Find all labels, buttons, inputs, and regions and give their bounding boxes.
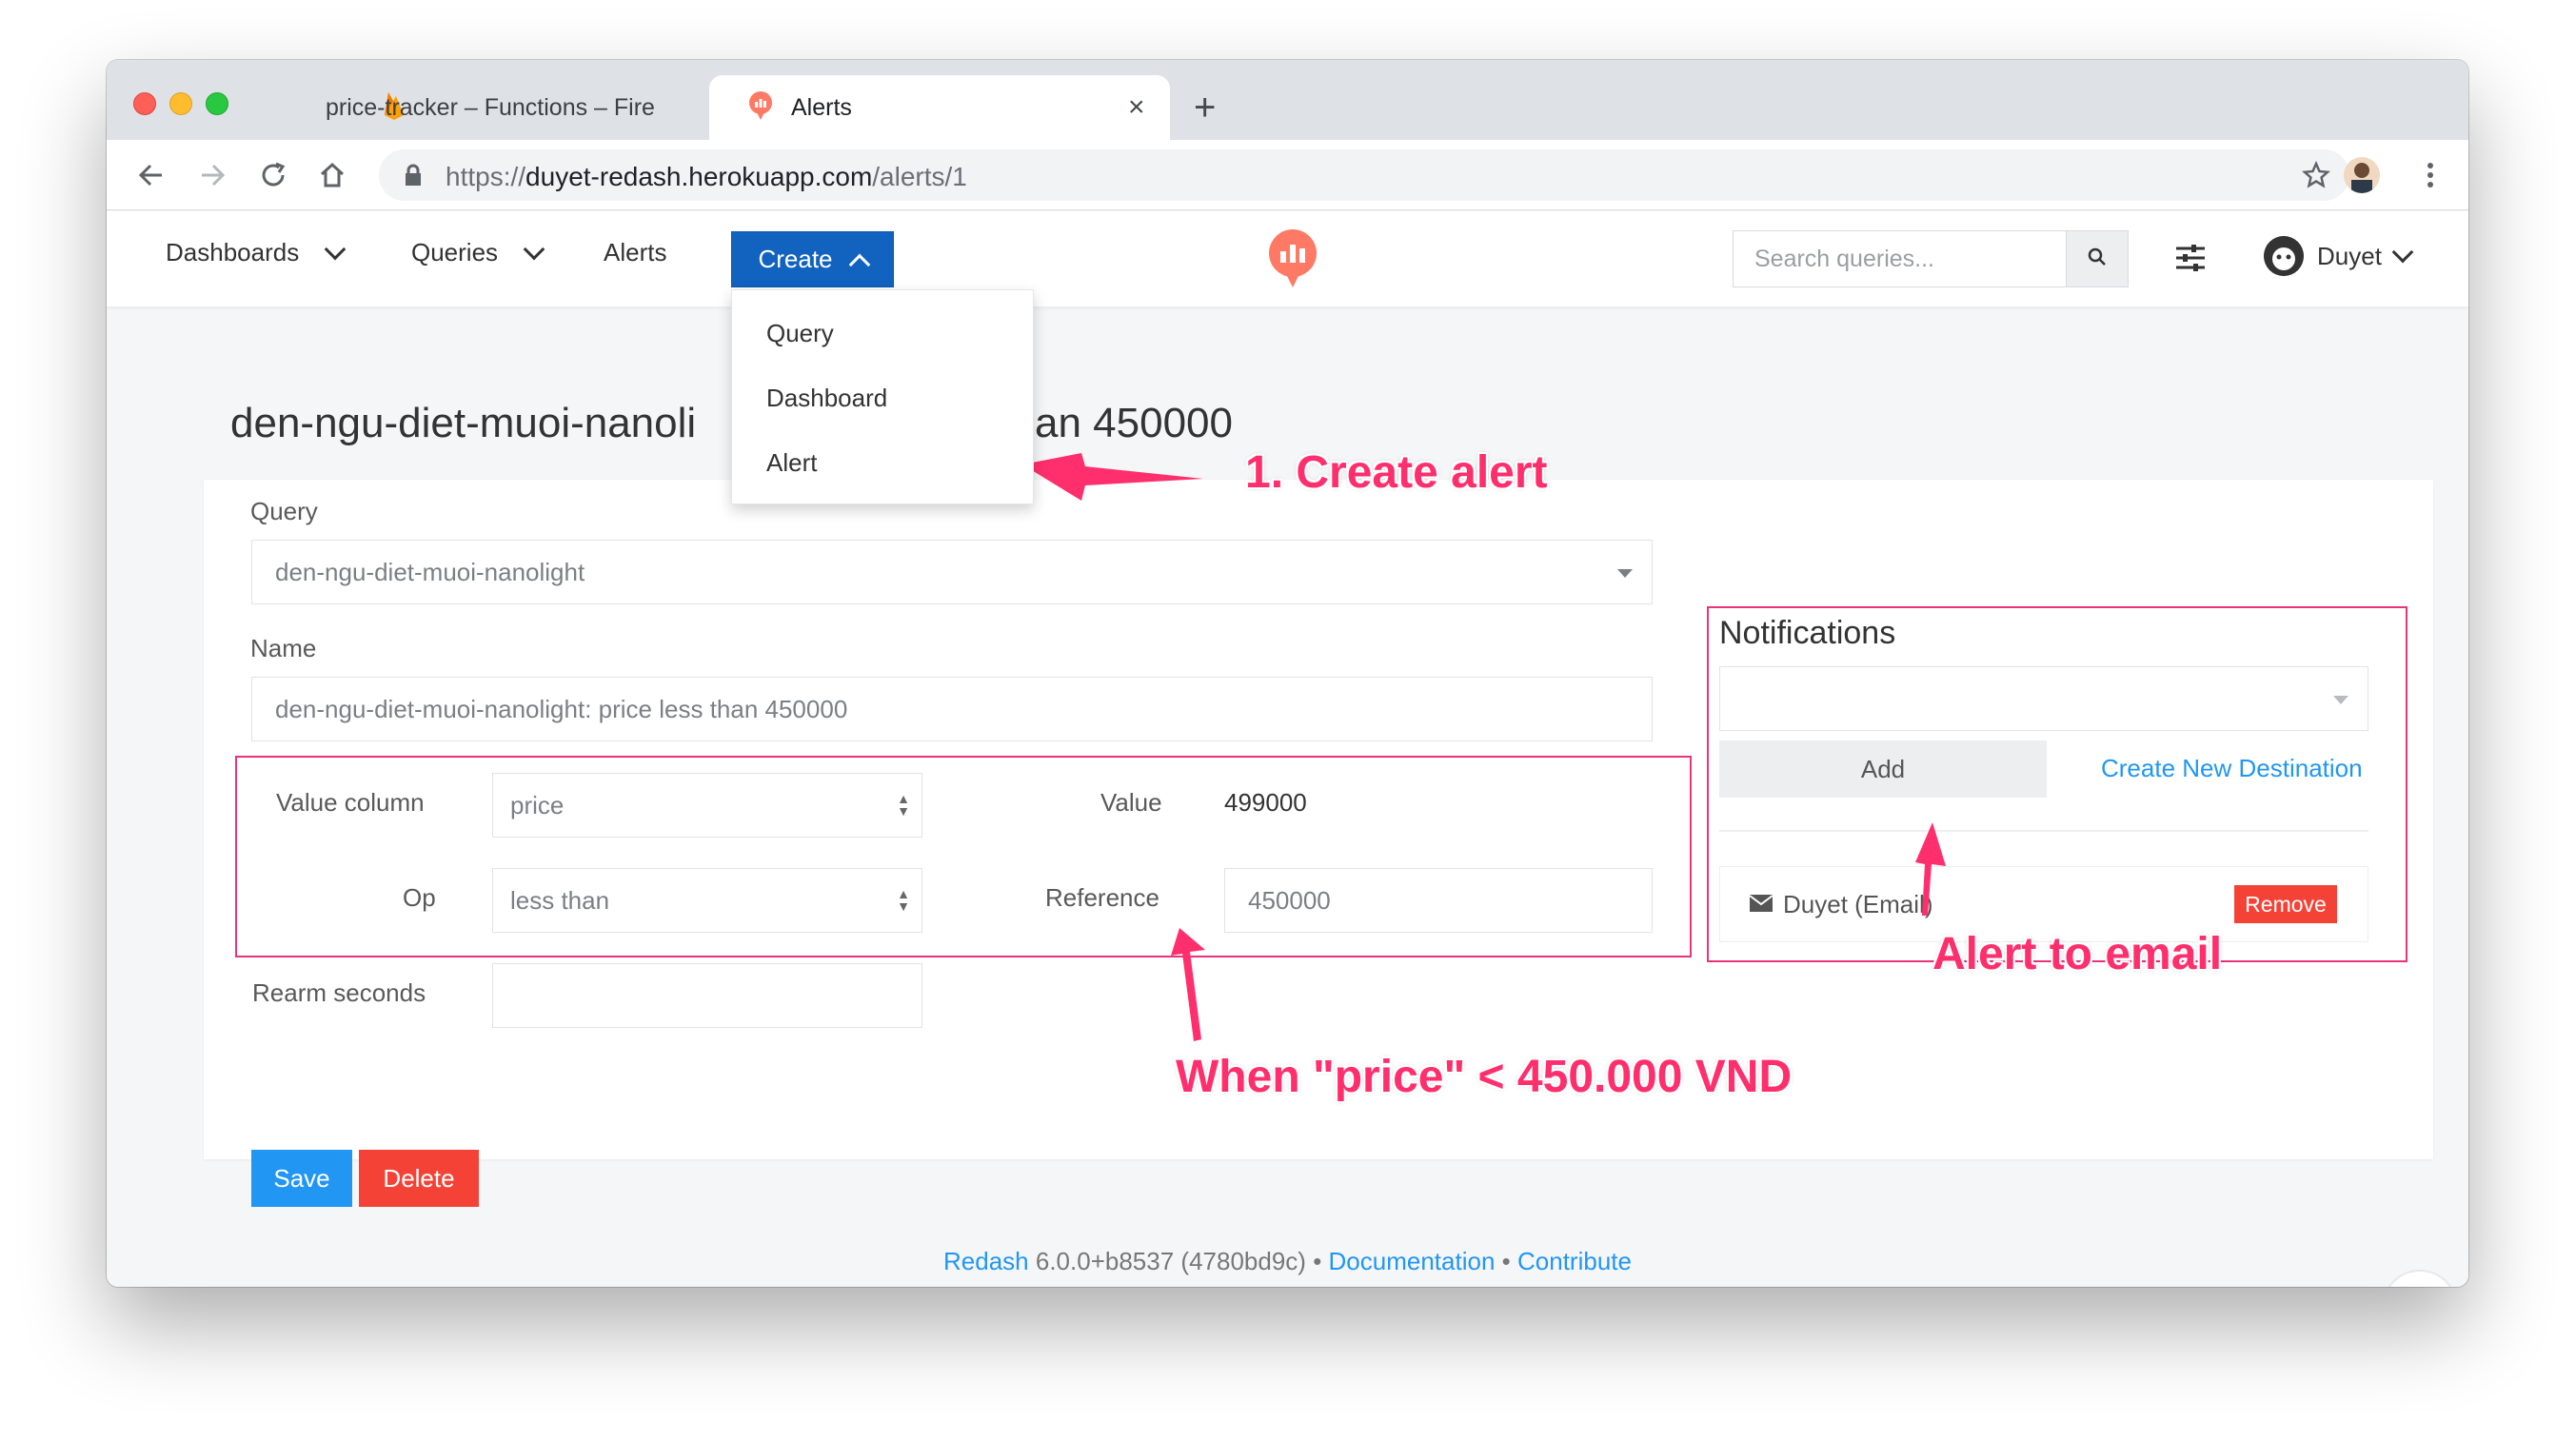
redash-logo-icon[interactable] xyxy=(1266,228,1319,289)
user-name: Duyet xyxy=(2317,241,2382,270)
home-icon[interactable] xyxy=(316,159,348,191)
url-prefix: https:// xyxy=(446,162,526,191)
url-text: https://duyet-redash.herokuapp.com/alert… xyxy=(446,162,967,192)
page-title-right-text: an 450000 xyxy=(1035,400,1233,446)
page-title-right: an 450000 xyxy=(1035,400,1233,447)
save-button[interactable]: Save xyxy=(251,1150,352,1207)
notifications-highlight-box xyxy=(1707,606,2408,962)
footer-contribute-link[interactable]: Contribute xyxy=(1517,1247,1632,1275)
tab-strip: price-tracker – Functions – Fire × Alert… xyxy=(107,60,2468,140)
tab-title: Alerts xyxy=(791,93,852,121)
query-select[interactable]: den-ngu-diet-muoi-nanolight xyxy=(251,540,1653,604)
top-navbar: Dashboards Queries Alerts Create Search … xyxy=(107,211,2468,306)
nav-alerts-label: Alerts xyxy=(604,238,667,266)
search-input[interactable] xyxy=(1734,231,2066,286)
condition-highlight-box xyxy=(235,756,1692,957)
nav-dashboards[interactable]: Dashboards xyxy=(166,238,347,267)
new-tab-icon[interactable]: + xyxy=(1194,89,1216,127)
annotation-alert-email: Alert to email xyxy=(1932,929,2223,979)
bookmark-star-icon[interactable] xyxy=(2302,160,2330,194)
footer-separator: • xyxy=(1313,1247,1322,1275)
menu-kebab-icon[interactable] xyxy=(2414,159,2447,191)
close-tab-icon[interactable]: × xyxy=(1128,93,1145,122)
create-button[interactable]: Create xyxy=(731,231,894,287)
back-icon[interactable] xyxy=(135,159,168,191)
minimize-window-button[interactable] xyxy=(169,92,192,115)
user-menu[interactable]: Duyet xyxy=(2264,236,2414,276)
footer-documentation-link[interactable]: Documentation xyxy=(1329,1247,1496,1275)
chevron-down-icon[interactable] xyxy=(2391,241,2414,264)
name-input[interactable]: den-ngu-diet-muoi-nanolight: price less … xyxy=(251,677,1653,741)
delete-button[interactable]: Delete xyxy=(359,1150,479,1207)
url-path: /alerts/1 xyxy=(872,162,967,191)
browser-toolbar: https://duyet-redash.herokuapp.com/alert… xyxy=(107,140,2468,210)
caret-down-icon xyxy=(1617,569,1633,578)
address-bar[interactable]: https://duyet-redash.herokuapp.com/alert… xyxy=(379,149,2349,201)
redash-app: Dashboards Queries Alerts Create Search … xyxy=(107,211,2468,1287)
footer-redash-link[interactable]: Redash xyxy=(943,1247,1029,1275)
annotation-when-price: When "price" < 450.000 VND xyxy=(1176,1052,1793,1102)
rearm-seconds-input[interactable] xyxy=(492,963,922,1028)
footer: Redash 6.0.0+b8537 (4780bd9c) • Document… xyxy=(107,1247,2468,1276)
nav-queries[interactable]: Queries xyxy=(411,238,545,267)
rearm-seconds-label: Rearm seconds xyxy=(252,978,426,1007)
nav-queries-label: Queries xyxy=(411,238,499,266)
lock-icon xyxy=(404,164,423,191)
create-label: Create xyxy=(758,245,833,273)
close-window-button[interactable] xyxy=(133,92,156,115)
annotation-create-alert: 1. Create alert xyxy=(1245,447,1548,498)
tab-title: price-tracker – Functions – Fire xyxy=(326,93,655,121)
chevron-down-icon[interactable] xyxy=(324,238,347,260)
search-queries-box xyxy=(1733,230,2066,287)
reload-icon[interactable] xyxy=(257,159,289,191)
menu-item-query[interactable]: Query xyxy=(766,319,834,348)
search-icon xyxy=(2088,247,2107,271)
page-title: den-ngu-diet-muoi-nanoli xyxy=(230,400,696,447)
footer-separator: • xyxy=(1501,1247,1511,1275)
profile-avatar[interactable] xyxy=(2344,157,2380,193)
chevron-down-icon[interactable] xyxy=(523,238,545,260)
settings-sliders-icon[interactable] xyxy=(2174,244,2207,277)
maximize-window-button[interactable] xyxy=(206,92,228,115)
menu-item-alert[interactable]: Alert xyxy=(766,448,817,478)
menu-item-dashboard[interactable]: Dashboard xyxy=(766,384,887,413)
query-select-value: den-ngu-diet-muoi-nanolight xyxy=(275,557,585,586)
name-placeholder: den-ngu-diet-muoi-nanolight: price less … xyxy=(275,694,848,723)
nav-dashboards-label: Dashboards xyxy=(166,238,300,266)
create-dropdown-menu: Query Dashboard Alert xyxy=(731,289,1034,504)
chevron-up-icon xyxy=(848,253,870,275)
query-label: Query xyxy=(250,497,318,525)
search-button[interactable] xyxy=(2066,230,2129,287)
page-title-left: den-ngu-diet-muoi-nanoli xyxy=(230,400,697,446)
url-host: duyet-redash.herokuapp.com xyxy=(525,162,873,191)
forward-icon[interactable] xyxy=(196,159,228,191)
tab-alerts[interactable]: Alerts × xyxy=(709,75,1170,140)
nav-alerts[interactable]: Alerts xyxy=(604,238,666,267)
redash-icon xyxy=(747,90,774,126)
footer-version: 6.0.0+b8537 (4780bd9c) xyxy=(1035,1247,1306,1275)
name-label: Name xyxy=(250,634,317,662)
user-avatar xyxy=(2264,236,2304,276)
